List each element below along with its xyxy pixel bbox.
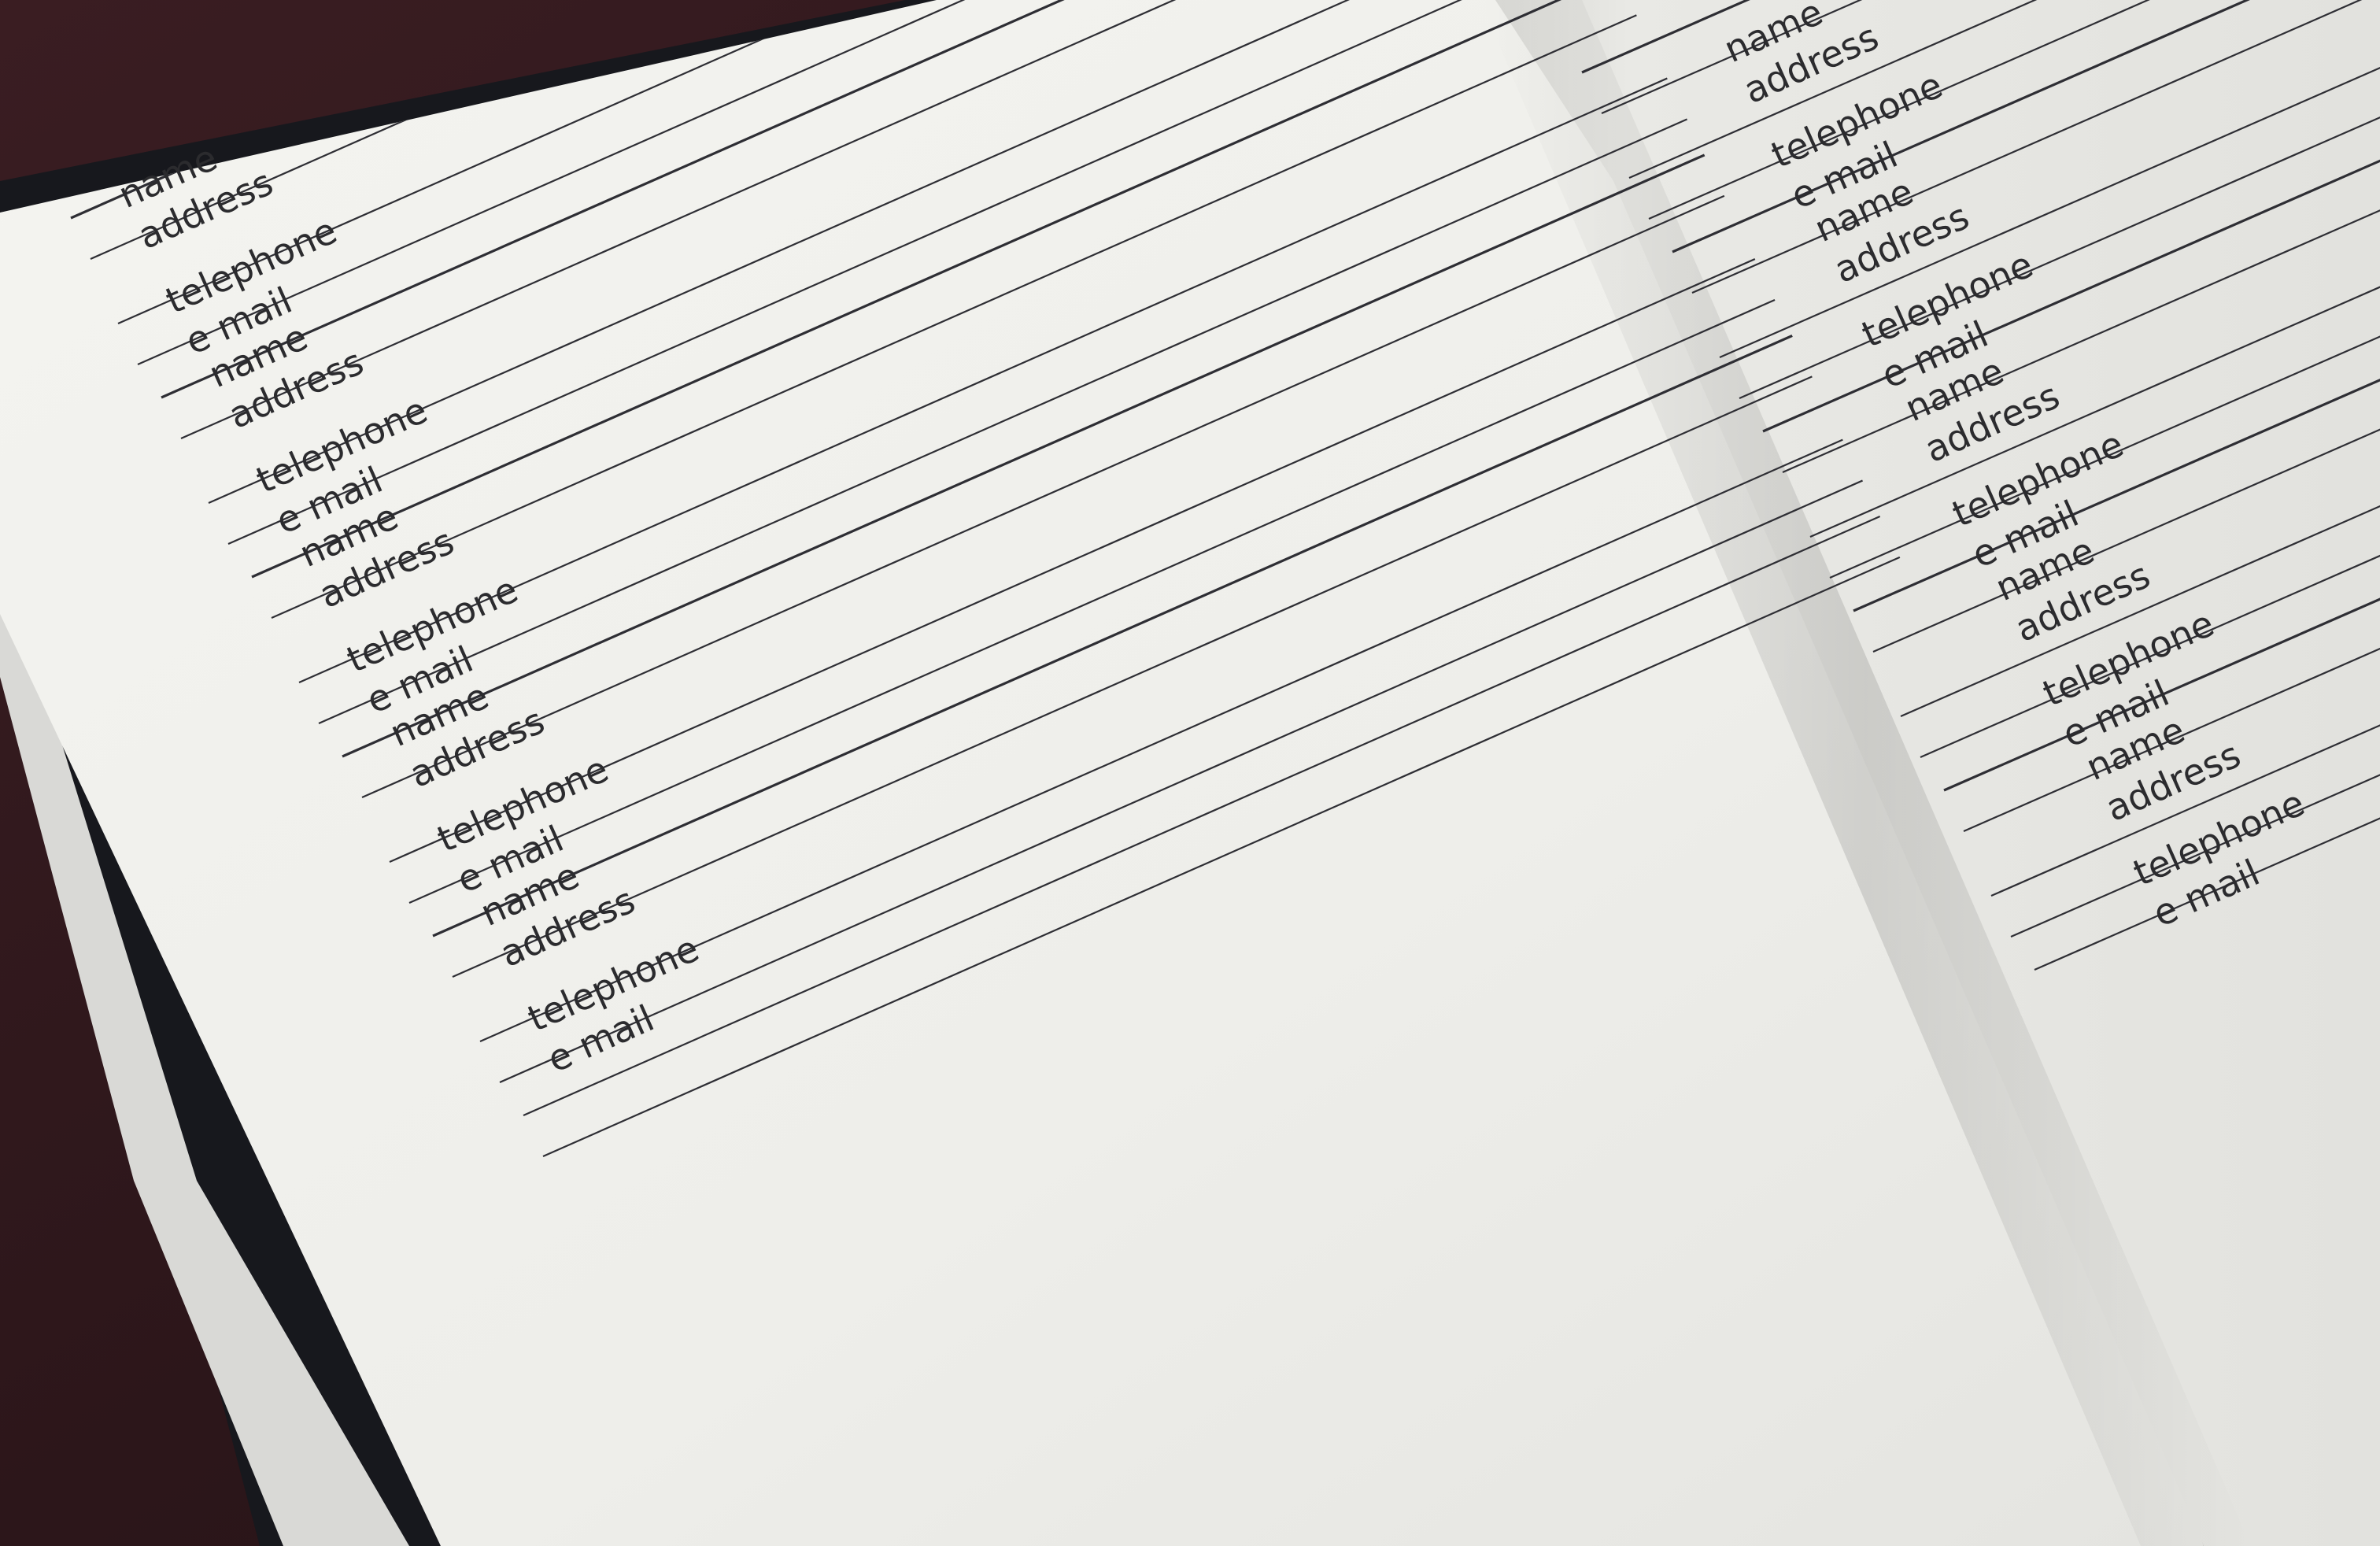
notebook-scene: nameaddresstelephonee mailnameaddresstel… — [0, 0, 2380, 1546]
